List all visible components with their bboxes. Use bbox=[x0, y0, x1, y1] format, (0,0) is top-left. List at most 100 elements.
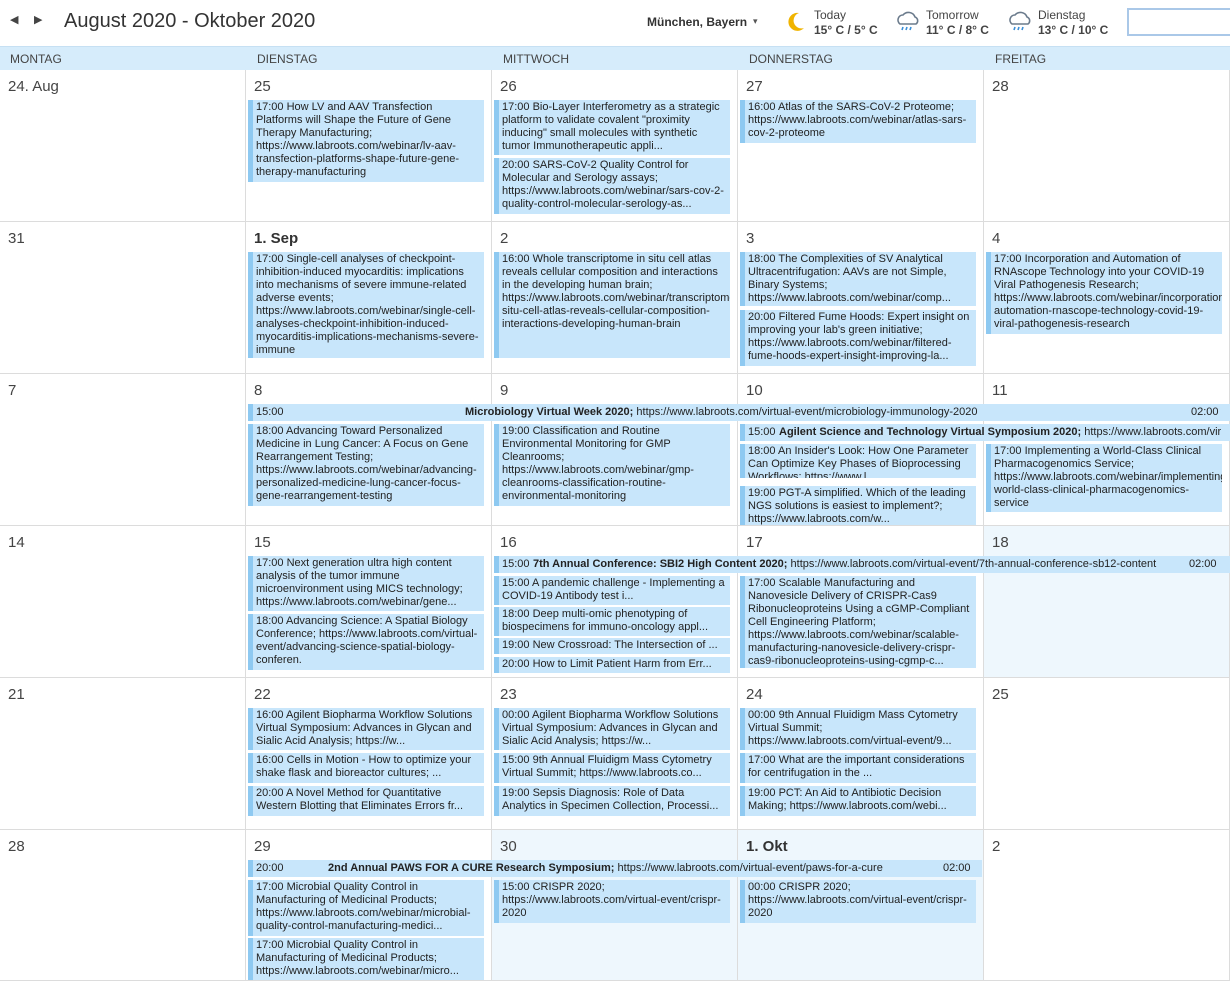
event-title: Agilent Science and Technology Virtual S… bbox=[779, 426, 1082, 438]
multi-day-event[interactable]: 15:00 Agilent Science and Technology Virt… bbox=[740, 424, 1230, 441]
calendar-event[interactable]: 18:00 Advancing Science: A Spatial Biolo… bbox=[248, 614, 484, 670]
calendar-event[interactable]: 19:00 New Crossroad: The Intersection of… bbox=[494, 638, 730, 654]
calendar-event[interactable]: 19:00 Classification and Routine Environ… bbox=[494, 424, 730, 506]
day-number: 7 bbox=[8, 382, 17, 399]
day-cell[interactable]: 24 00:00 9th Annual Fluidigm Mass Cytomet… bbox=[738, 678, 984, 830]
calendar-event[interactable]: 16:00 Whole transcriptome in situ cell a… bbox=[494, 252, 730, 358]
day-cell[interactable]: 18 bbox=[984, 526, 1230, 678]
day-number: 9 bbox=[500, 382, 509, 399]
day-number: 22 bbox=[254, 686, 271, 703]
event-title-line: 7th Annual Conference: SBI2 High Content… bbox=[533, 558, 1156, 570]
calendar-event[interactable]: 19:00 Sepsis Diagnosis: Role of Data Ana… bbox=[494, 786, 730, 816]
next-arrow-icon[interactable]: ▶ bbox=[34, 13, 42, 26]
weather-temperature: 13° C / 10° C bbox=[1038, 23, 1109, 37]
day-cell[interactable]: 17 17:00 Scalable Manufacturing and Nanov… bbox=[738, 526, 984, 678]
day-cell[interactable]: 8 18:00 Advancing Toward Personalized Med… bbox=[246, 374, 492, 526]
day-cell[interactable]: 1. Okt 00:00 CRISPR 2020; https://www.lab… bbox=[738, 830, 984, 981]
day-cell[interactable]: 11 17:00 Implementing a World-Class Clini… bbox=[984, 374, 1230, 526]
day-number: 18 bbox=[992, 534, 1009, 551]
day-number: 16 bbox=[500, 534, 517, 551]
day-cell[interactable]: 1. Sep 17:00 Single-cell analyses of chec… bbox=[246, 222, 492, 374]
calendar-event[interactable]: 00:00 CRISPR 2020; https://www.labroots.… bbox=[740, 880, 976, 923]
moon-icon bbox=[788, 12, 804, 31]
day-cell[interactable]: 28 bbox=[0, 830, 246, 981]
day-cell[interactable]: 31 bbox=[0, 222, 246, 374]
calendar-event[interactable]: 15:00 CRISPR 2020; https://www.labroots.… bbox=[494, 880, 730, 923]
day-cell[interactable]: 21 bbox=[0, 678, 246, 830]
event-start-time: 15:00 bbox=[256, 406, 284, 418]
day-number: 4 bbox=[992, 230, 1001, 247]
day-cell[interactable]: 28 bbox=[984, 70, 1230, 222]
calendar-event[interactable]: 16:00 Atlas of the SARS-CoV-2 Proteome; … bbox=[740, 100, 976, 143]
calendar-event[interactable]: 20:00 A Novel Method for Quantitative We… bbox=[248, 786, 484, 816]
calendar-event[interactable]: 16:00 Cells in Motion - How to optimize … bbox=[248, 753, 484, 783]
day-cell[interactable]: 7 bbox=[0, 374, 246, 526]
day-number: 1. Okt bbox=[746, 838, 788, 855]
calendar-event[interactable]: 19:00 PCT: An Aid to Antibiotic Decision… bbox=[740, 786, 976, 816]
location-selector[interactable]: München, Bayern bbox=[647, 15, 747, 29]
day-cell[interactable]: 25 17:00 How LV and AAV Transfection Plat… bbox=[246, 70, 492, 222]
calendar-event[interactable]: 17:00 Single-cell analyses of checkpoint… bbox=[248, 252, 484, 358]
calendar-event[interactable]: 20:00 SARS-CoV-2 Quality Control for Mol… bbox=[494, 158, 730, 214]
event-title-line: 2nd Annual PAWS FOR A CURE Research Symp… bbox=[328, 862, 883, 874]
calendar-event[interactable]: 17:00 Next generation ultra high content… bbox=[248, 556, 484, 611]
calendar-event[interactable]: 17:00 How LV and AAV Transfection Platfo… bbox=[248, 100, 484, 182]
search-input[interactable] bbox=[1127, 8, 1230, 36]
day-cell[interactable]: 30 15:00 CRISPR 2020; https://www.labroot… bbox=[492, 830, 738, 981]
day-number: 23 bbox=[500, 686, 517, 703]
event-end-time: 02:00 bbox=[1189, 558, 1217, 570]
day-cell[interactable]: 29 17:00 Microbial Quality Control in Man… bbox=[246, 830, 492, 981]
calendar-event[interactable]: 20:00 Filtered Fume Hoods: Expert insigh… bbox=[740, 310, 976, 366]
chevron-down-icon[interactable]: ▾ bbox=[753, 16, 758, 27]
previous-arrow-icon[interactable]: ◀ bbox=[10, 13, 18, 26]
day-number: 14 bbox=[8, 534, 25, 551]
calendar-event[interactable]: 15:00 9th Annual Fluidigm Mass Cytometry… bbox=[494, 753, 730, 783]
day-cell[interactable]: 25 bbox=[984, 678, 1230, 830]
day-cell[interactable]: 10 18:00 An Insider's Look: How One Param… bbox=[738, 374, 984, 526]
day-cell[interactable]: 27 16:00 Atlas of the SARS-CoV-2 Proteome… bbox=[738, 70, 984, 222]
multi-day-event[interactable]: 20:00 2nd Annual PAWS FOR A CURE Research… bbox=[248, 860, 982, 877]
calendar-event[interactable]: 18:00 Deep multi-omic phenotyping of bio… bbox=[494, 607, 730, 636]
day-cell[interactable]: 4 17:00 Incorporation and Automation of R… bbox=[984, 222, 1230, 374]
calendar-event[interactable]: 17:00 Implementing a World-Class Clinica… bbox=[986, 444, 1222, 512]
event-url: https://www.labroots.com/virtual-event/m… bbox=[636, 406, 978, 418]
calendar-event[interactable]: 19:00 PGT-A simplified. Which of the lea… bbox=[740, 486, 976, 525]
day-cell[interactable]: 26 17:00 Bio-Layer Interferometry as a st… bbox=[492, 70, 738, 222]
calendar-event[interactable]: 00:00 Agilent Biopharma Workflow Solutio… bbox=[494, 708, 730, 750]
calendar-event[interactable]: 17:00 Microbial Quality Control in Manuf… bbox=[248, 938, 484, 980]
multi-day-event[interactable]: 15:00 Microbiology Virtual Week 2020; htt… bbox=[248, 404, 1230, 421]
event-url: https://www.labroots.com/virtual-event/p… bbox=[617, 862, 883, 874]
calendar-event[interactable]: 18:00 An Insider's Look: How One Paramet… bbox=[740, 444, 976, 478]
day-number: 28 bbox=[992, 78, 1009, 95]
day-cell[interactable]: 2 bbox=[984, 830, 1230, 981]
day-cell[interactable]: 14 bbox=[0, 526, 246, 678]
calendar-event[interactable]: 18:00 The Complexities of SV Analytical … bbox=[740, 252, 976, 306]
day-cell[interactable]: 2 16:00 Whole transcriptome in situ cell … bbox=[492, 222, 738, 374]
calendar-event[interactable]: 16:00 Agilent Biopharma Workflow Solutio… bbox=[248, 708, 484, 750]
calendar-event[interactable]: 18:00 Advancing Toward Personalized Medi… bbox=[248, 424, 484, 506]
calendar-event[interactable]: 17:00 Bio-Layer Interferometry as a stra… bbox=[494, 100, 730, 155]
weekday-label: FREITAG bbox=[995, 52, 1047, 66]
weather-temperature: 15° C / 5° C bbox=[814, 23, 878, 37]
calendar-event[interactable]: 00:00 9th Annual Fluidigm Mass Cytometry… bbox=[740, 708, 976, 750]
calendar-event[interactable]: 20:00 How to Limit Patient Harm from Err… bbox=[494, 657, 730, 673]
day-cell[interactable]: 24. Aug bbox=[0, 70, 246, 222]
day-cell[interactable]: 9 19:00 Classification and Routine Enviro… bbox=[492, 374, 738, 526]
day-number: 3 bbox=[746, 230, 755, 247]
calendar-event[interactable]: 17:00 What are the important considerati… bbox=[740, 753, 976, 783]
day-cell[interactable]: 3 18:00 The Complexities of SV Analytical… bbox=[738, 222, 984, 374]
day-number: 8 bbox=[254, 382, 263, 399]
day-number: 1. Sep bbox=[254, 230, 299, 247]
day-cell[interactable]: 22 16:00 Agilent Biopharma Workflow Solut… bbox=[246, 678, 492, 830]
calendar-event[interactable]: 17:00 Scalable Manufacturing and Nanoves… bbox=[740, 576, 976, 668]
multi-day-event[interactable]: 15:00 7th Annual Conference: SBI2 High Co… bbox=[494, 556, 1230, 573]
event-title: 7th Annual Conference: SBI2 High Content… bbox=[533, 558, 788, 570]
calendar-event[interactable]: 17:00 Incorporation and Automation of RN… bbox=[986, 252, 1222, 334]
day-number: 17 bbox=[746, 534, 763, 551]
calendar-event[interactable]: 15:00 A pandemic challenge - Implementin… bbox=[494, 576, 730, 605]
day-number: 28 bbox=[8, 838, 25, 855]
day-cell[interactable]: 16 15:00 A pandemic challenge - Implement… bbox=[492, 526, 738, 678]
day-cell[interactable]: 15 17:00 Next generation ultra high conte… bbox=[246, 526, 492, 678]
calendar-event[interactable]: 17:00 Microbial Quality Control in Manuf… bbox=[248, 880, 484, 936]
day-cell[interactable]: 23 00:00 Agilent Biopharma Workflow Solut… bbox=[492, 678, 738, 830]
